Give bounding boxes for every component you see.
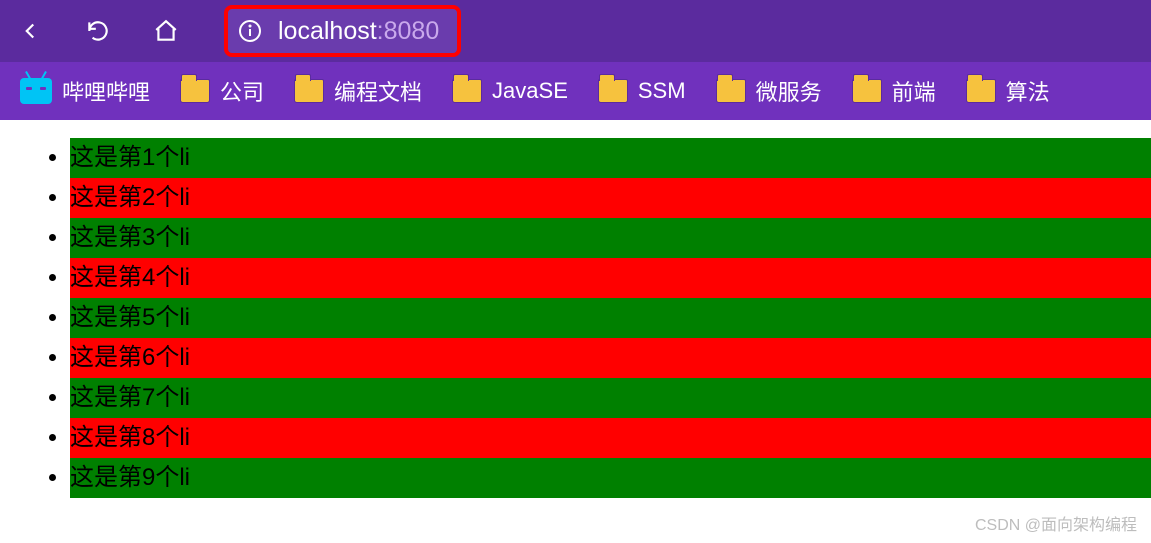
bilibili-icon [20,78,52,104]
bookmark-company[interactable]: 公司 [172,71,272,111]
bookmark-frontend[interactable]: 前端 [844,71,944,111]
list-item: 这是第6个li [70,338,1151,378]
bookmark-ssm[interactable]: SSM [590,74,694,108]
browser-toolbar: localhost:8080 [0,0,1151,62]
folder-icon [852,79,882,103]
url-text: localhost:8080 [278,17,439,46]
info-icon[interactable] [236,17,264,45]
folder-icon [598,79,628,103]
folder-icon [966,79,996,103]
list-item: 这是第2个li [70,178,1151,218]
bookmark-label: 算法 [1006,75,1050,107]
list-item: 这是第3个li [70,218,1151,258]
bookmark-label: SSM [638,78,686,104]
list-item: 这是第1个li [70,138,1151,178]
bookmark-bilibili[interactable]: 哔哩哔哩 [12,71,158,111]
list-item: 这是第9个li [70,458,1151,498]
folder-icon [294,79,324,103]
watermark: CSDN @面向架构编程 [975,511,1137,535]
bookmark-label: JavaSE [492,78,568,104]
bookmark-label: 哔哩哔哩 [62,75,150,107]
home-button[interactable] [146,11,186,51]
list-item: 这是第7个li [70,378,1151,418]
folder-icon [716,79,746,103]
url-host: localhost [278,17,377,45]
folder-icon [452,79,482,103]
list-item: 这是第5个li [70,298,1151,338]
page-content: 这是第1个li 这是第2个li 这是第3个li 这是第4个li 这是第5个li … [0,120,1151,498]
refresh-button[interactable] [78,11,118,51]
bookmark-docs[interactable]: 编程文档 [286,71,430,111]
bookmark-label: 微服务 [756,75,822,107]
bookmark-label: 公司 [220,75,264,107]
bookmark-label: 前端 [892,75,936,107]
url-port: :8080 [377,17,440,45]
bookmark-algorithm[interactable]: 算法 [958,71,1058,111]
folder-icon [180,79,210,103]
address-bar[interactable]: localhost:8080 [224,5,461,57]
bookmarks-bar: 哔哩哔哩 公司 编程文档 JavaSE SSM 微服务 前端 算法 [0,62,1151,120]
back-button[interactable] [10,11,50,51]
bookmark-microservice[interactable]: 微服务 [708,71,830,111]
bookmark-javase[interactable]: JavaSE [444,74,576,108]
list-item: 这是第4个li [70,258,1151,298]
list: 这是第1个li 这是第2个li 这是第3个li 这是第4个li 这是第5个li … [30,138,1151,498]
list-item: 这是第8个li [70,418,1151,458]
bookmark-label: 编程文档 [334,75,422,107]
